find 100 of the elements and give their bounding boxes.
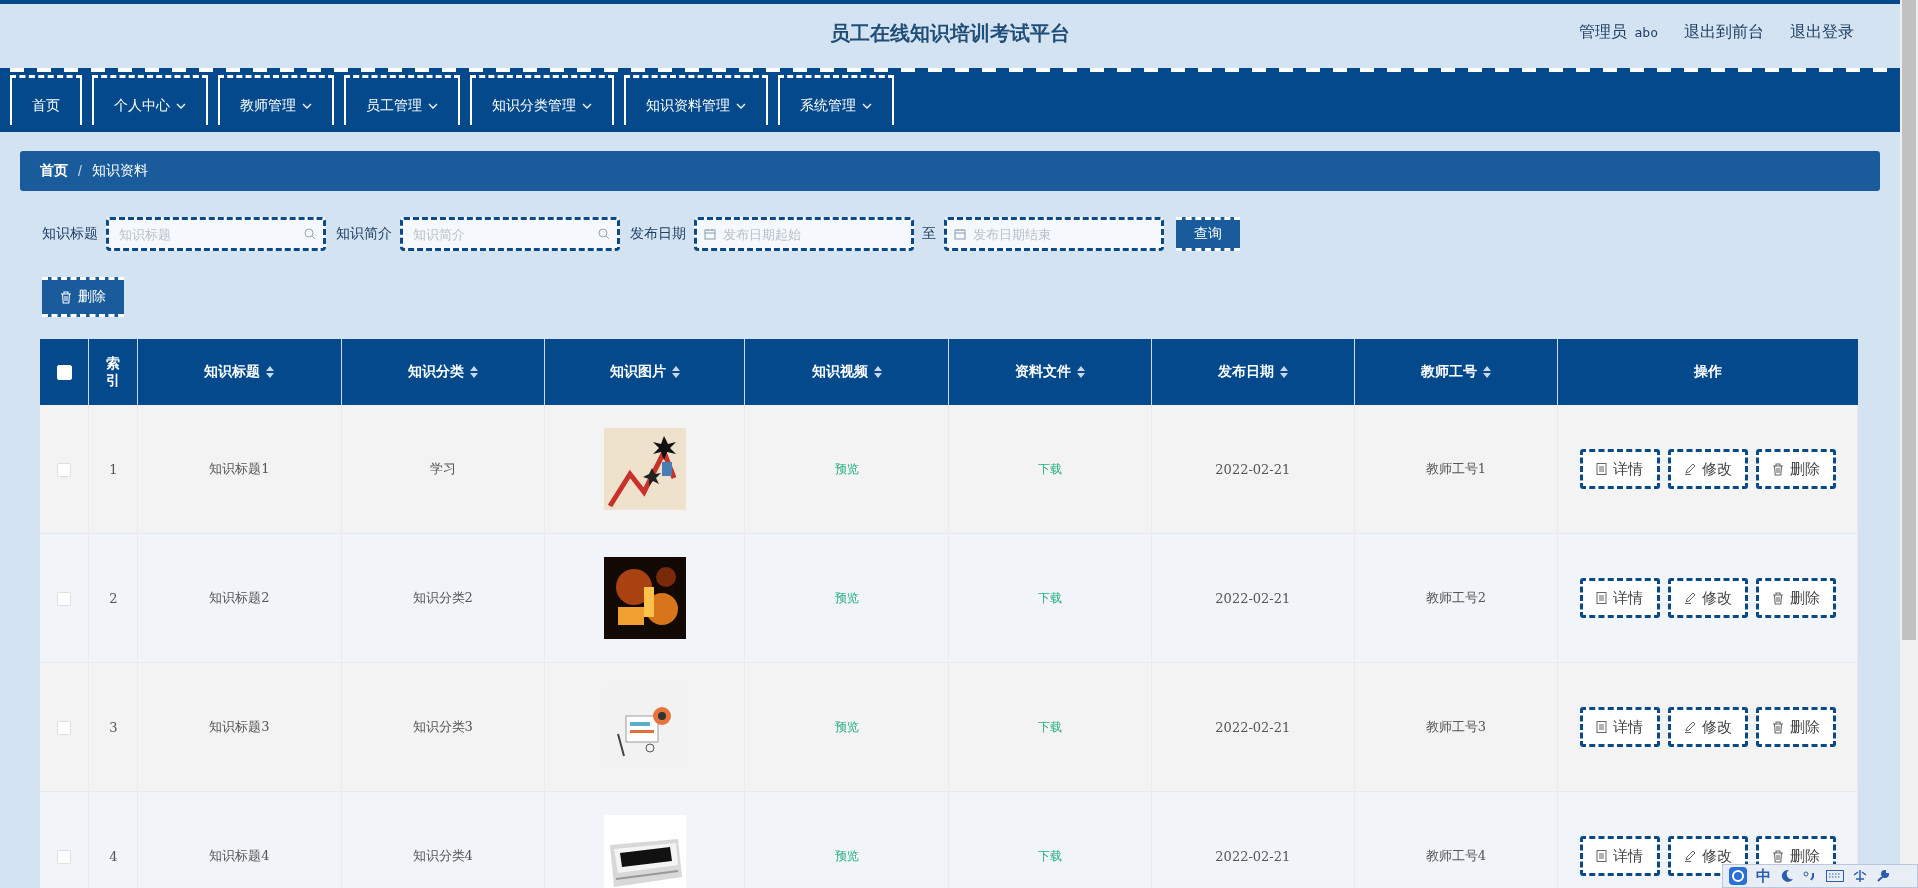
nav-tab[interactable]: 员工管理 xyxy=(344,75,460,125)
trash-icon xyxy=(1771,591,1784,605)
table-cell: 1 xyxy=(109,461,118,477)
table-cell: 教师工号2 xyxy=(1425,590,1487,605)
checkbox[interactable] xyxy=(57,849,72,864)
nav-tab[interactable]: 个人中心 xyxy=(92,75,208,125)
sort-icon xyxy=(873,366,882,378)
table-cell: 知识标题1 xyxy=(209,461,270,476)
nav-tab[interactable]: 系统管理 xyxy=(778,75,894,125)
split-icon[interactable] xyxy=(1853,869,1867,883)
document-icon xyxy=(1596,850,1608,862)
breadcrumb-separator: / xyxy=(78,163,82,179)
calendar-icon xyxy=(704,228,716,240)
app-title: 员工在线知识培训考试平台 xyxy=(830,21,1070,45)
checkbox[interactable] xyxy=(57,462,72,477)
pencil-icon xyxy=(1683,463,1696,475)
table-cell: 4 xyxy=(109,848,118,864)
breadcrumb-item[interactable]: 首页 xyxy=(40,162,68,180)
document-icon xyxy=(1596,463,1608,475)
sort-icon xyxy=(1483,366,1491,378)
sort-icon xyxy=(1076,366,1085,378)
trash-icon xyxy=(1771,462,1784,476)
row-action-button[interactable]: 详情 xyxy=(1579,578,1660,618)
search-icon xyxy=(598,228,610,240)
table-cell: 2 xyxy=(109,590,118,606)
table-cell: 2022-02-21 xyxy=(1215,461,1291,477)
nav-tab[interactable]: 首页 xyxy=(10,75,82,125)
column-header[interactable]: 知识分类 xyxy=(407,363,464,381)
pencil-icon xyxy=(1683,592,1696,604)
table-cell: 3 xyxy=(109,719,118,735)
search-field[interactable]: 知识标题 xyxy=(106,217,326,251)
chevron-down-icon xyxy=(862,102,872,109)
row-action-button[interactable]: 修改 xyxy=(1667,707,1748,747)
table-cell: 学习 xyxy=(429,461,456,476)
breadcrumb-item: 知识资料 xyxy=(91,162,148,180)
table-cell: 教师工号1 xyxy=(1425,461,1487,476)
field-label: 发布日期 xyxy=(630,225,686,243)
table-cell: 教师工号4 xyxy=(1425,848,1487,863)
pencil-icon xyxy=(1683,721,1696,733)
sort-icon xyxy=(1279,366,1288,378)
table-cell: 知识分类4 xyxy=(412,848,473,863)
sort-icon xyxy=(469,366,478,378)
pencil-icon xyxy=(1683,850,1696,862)
header-link[interactable]: 退出到前台 xyxy=(1684,22,1764,43)
field-label: 知识标题 xyxy=(42,225,98,243)
column-header[interactable]: 知识图片 xyxy=(609,363,666,381)
column-header: 索引 xyxy=(105,354,122,390)
header-link[interactable]: 退出登录 xyxy=(1790,22,1854,43)
table-cell: 2022-02-21 xyxy=(1215,848,1291,864)
moon-icon[interactable] xyxy=(1780,869,1794,883)
range-separator: 至 xyxy=(922,225,936,243)
checkbox[interactable] xyxy=(57,720,72,735)
table-cell: 知识标题2 xyxy=(209,590,270,605)
keyboard-icon[interactable] xyxy=(1826,870,1844,882)
search-icon xyxy=(304,228,316,240)
punctuation-icon[interactable] xyxy=(1803,871,1817,881)
row-action-button[interactable]: 修改 xyxy=(1667,578,1748,618)
sort-icon xyxy=(266,366,275,378)
row-action-button[interactable]: 详情 xyxy=(1579,836,1660,876)
date-field[interactable]: 发布日期结束 xyxy=(944,217,1164,251)
column-header[interactable]: 知识标题 xyxy=(204,363,261,381)
row-action-button[interactable]: 删除 xyxy=(1755,449,1836,489)
nav-tab[interactable]: 教师管理 xyxy=(218,75,334,125)
row-action-button[interactable]: 修改 xyxy=(1667,449,1748,489)
row-action-button[interactable]: 修改 xyxy=(1667,836,1748,876)
column-header[interactable]: 教师工号 xyxy=(1421,363,1477,381)
chevron-down-icon xyxy=(736,102,746,109)
checkbox[interactable] xyxy=(57,591,72,606)
table-cell: 2022-02-21 xyxy=(1215,719,1291,735)
document-icon xyxy=(1596,592,1608,604)
chevron-down-icon xyxy=(428,102,438,109)
chevron-down-icon xyxy=(176,102,186,109)
input-method-logo-icon[interactable] xyxy=(1729,867,1747,885)
role-label: 管理员 xyxy=(1578,23,1627,40)
table-cell: 知识标题3 xyxy=(209,719,270,734)
row-action-button[interactable]: 详情 xyxy=(1579,707,1660,747)
query-button[interactable]: 查询 xyxy=(1176,217,1240,251)
column-header[interactable]: 资料文件 xyxy=(1014,363,1071,381)
scrollbar-thumb[interactable] xyxy=(1902,0,1916,640)
calendar-icon xyxy=(954,228,966,240)
table-cell: 知识标题4 xyxy=(209,848,270,863)
wrench-icon[interactable] xyxy=(1876,869,1890,883)
table-cell: 知识分类3 xyxy=(412,719,473,734)
column-header[interactable]: 发布日期 xyxy=(1217,363,1274,381)
trash-icon xyxy=(1771,720,1784,734)
row-action-button[interactable]: 删除 xyxy=(1755,578,1836,618)
chevron-down-icon xyxy=(582,102,592,109)
row-action-button[interactable]: 删除 xyxy=(1755,707,1836,747)
trash-icon xyxy=(60,290,72,304)
nav-tab[interactable]: 知识分类管理 xyxy=(470,75,614,125)
nav-tab[interactable]: 知识资料管理 xyxy=(624,75,768,125)
trash-icon xyxy=(1771,849,1784,863)
row-action-button[interactable]: 详情 xyxy=(1579,449,1660,489)
date-field[interactable]: 发布日期起始 xyxy=(694,217,914,251)
document-icon xyxy=(1596,721,1608,733)
sort-icon xyxy=(671,366,680,378)
table-cell: 2022-02-21 xyxy=(1215,590,1291,606)
delete-button[interactable]: 删除 xyxy=(42,277,124,317)
column-header[interactable]: 知识视频 xyxy=(811,363,868,381)
chevron-down-icon xyxy=(302,102,312,109)
